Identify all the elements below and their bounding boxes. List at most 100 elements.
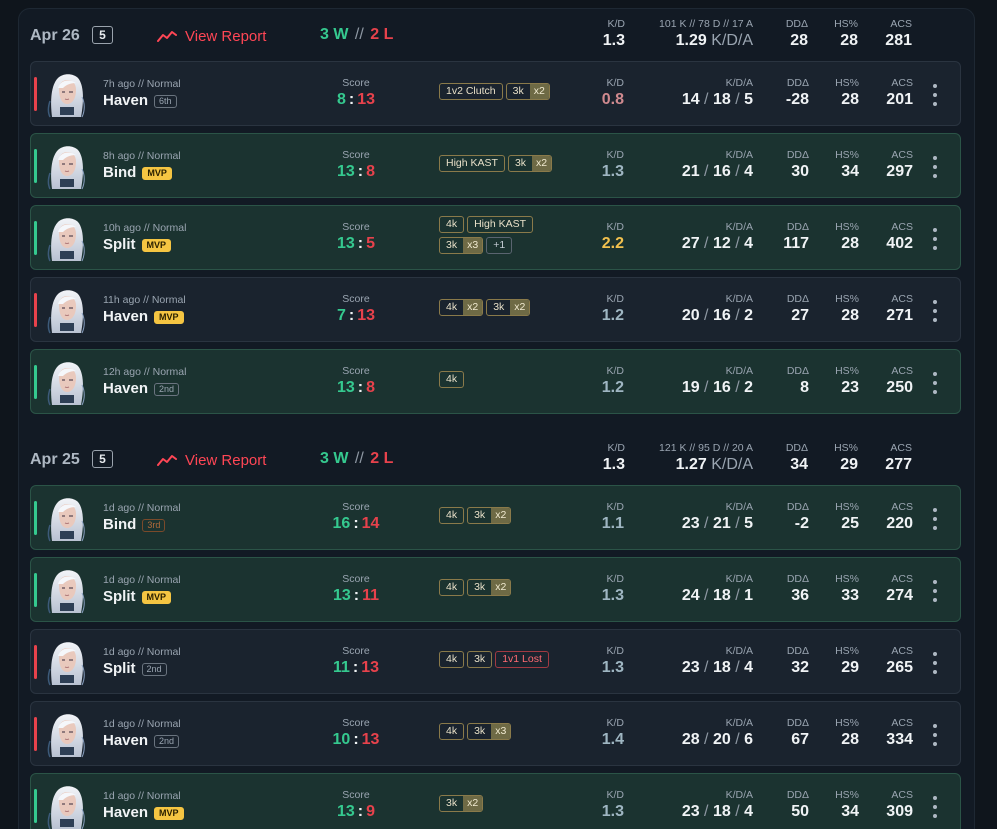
match-meta: 10h ago // Normal Split MVP [103,222,186,254]
badge-row: 3k x2 [439,795,569,812]
more-options-icon[interactable] [932,228,938,250]
match-dd-label: DDΔ [786,573,809,585]
result-indicator-bar [34,293,37,327]
badge-row: 4k 3k x2 [439,507,569,524]
match-acs: ACS 250 [869,365,913,397]
match-dd: DDΔ 50 [765,789,809,821]
kda-divider: / [699,91,713,108]
badge-text: 4k [446,725,458,737]
kda-unit: K/D/A [711,456,753,473]
view-report-link[interactable]: View Report [157,449,266,471]
kebab-dot [933,300,937,304]
more-options-icon[interactable] [932,724,938,746]
match-row[interactable]: 8h ago // Normal Bind MVP Score 13:8 High KAS… [30,133,961,198]
kda-divider: / [699,659,713,676]
kebab-dot [933,165,937,169]
badge-text: 3k [446,239,458,251]
match-kda: K/D/A 27 / 12 / 4 [651,221,753,253]
team-score: 13 [336,379,355,396]
more-options-icon[interactable] [932,300,938,322]
day-dd: DDΔ 28 [764,18,808,50]
match-hs: HS% 34 [815,789,859,821]
match-time-mode: 1d ago // Normal [103,574,181,586]
match-dd: DDΔ 67 [765,717,809,749]
match-meta: 11h ago // Normal Haven MVP [103,294,186,326]
match-hs: HS% 25 [815,501,859,533]
match-acs-value: 220 [886,515,913,532]
map-name: Haven [103,804,149,821]
result-indicator-bar [34,573,37,607]
match-acs: ACS 201 [869,77,913,109]
achievement-badge: High KAST [439,155,505,172]
match-kda-label: K/D/A [725,789,753,801]
badge-text: 4k [446,373,458,385]
more-options-icon[interactable] [932,652,938,674]
match-dd: DDΔ 27 [765,293,809,325]
match-kda-label: K/D/A [725,293,753,305]
achievement-badge: +1 [486,237,513,254]
more-options-icon[interactable] [932,580,938,602]
more-options-icon[interactable] [932,796,938,818]
badge-text: 1v1 Lost [502,653,542,665]
more-options-icon[interactable] [932,508,938,530]
kda-deaths: 18 [712,659,731,676]
score-divider: : [353,515,359,532]
match-acs-label: ACS [891,501,913,513]
achievement-badge: 4k [439,371,465,388]
match-row[interactable]: 1d ago // Normal Bind 3rd Score 16:14 4k 3k x2 K… [30,485,961,550]
more-options-icon[interactable] [932,372,938,394]
placement-badge: 2nd [141,662,167,676]
match-acs-value: 265 [886,659,913,676]
match-kd-label: K/D [606,789,624,801]
placement-badge: 2nd [154,734,180,748]
agent-portrait-icon [47,218,85,262]
win-loss-summary: 3 W // 2 L [320,26,393,44]
achievement-badges: 4k 3k x2 [439,579,569,600]
match-row[interactable]: 12h ago // Normal Haven 2nd Score 13:8 4k K/D 1… [30,349,961,414]
match-row[interactable]: 1d ago // Normal Haven 2nd Score 10:13 4k 3k x3… [30,701,961,766]
more-options-icon[interactable] [932,84,938,106]
map-name: Bind [103,516,137,533]
map-name: Split [103,236,136,253]
match-hs-label: HS% [835,221,859,233]
match-kda: K/D/A 21 / 16 / 4 [651,149,753,181]
match-acs-label: ACS [891,789,913,801]
team-score: 13 [336,235,355,252]
match-kda-value: 24 / 18 / 1 [651,586,753,605]
match-kd: K/D 1.3 [578,789,624,821]
team-score: 8 [336,91,346,108]
match-hs-value: 23 [841,379,859,396]
more-options-icon[interactable] [932,156,938,178]
match-acs-label: ACS [891,221,913,233]
match-row[interactable]: 1d ago // Normal Split 2nd Score 11:13 4k 3k 1v… [30,629,961,694]
match-acs-value: 402 [886,235,913,252]
map-name: Bind [103,164,137,181]
match-time-mode: 11h ago // Normal [103,294,186,306]
match-kda: K/D/A 20 / 16 / 2 [651,293,753,325]
day-kda-value: 1.27 K/D/A [631,455,753,474]
team-score: 13 [332,587,351,604]
badge-multiplier: x2 [532,156,552,171]
kda-deaths: 16 [712,307,731,324]
match-row[interactable]: 11h ago // Normal Haven MVP Score 7:13 4k x2 3k… [30,277,961,342]
map-line: Bind 3rd [103,516,181,534]
match-dd: DDΔ 117 [765,221,809,253]
match-row[interactable]: 1d ago // Normal Split MVP Score 13:11 4k 3k x2… [30,557,961,622]
view-report-link[interactable]: View Report [157,25,266,47]
match-kd-label: K/D [606,365,624,377]
match-kda-value: 28 / 20 / 6 [651,730,753,749]
enemy-score: 14 [361,515,380,532]
match-row[interactable]: 1d ago // Normal Haven MVP Score 13:9 3k x2 K/D… [30,773,961,829]
match-time-mode: 7h ago // Normal [103,78,181,90]
kebab-dot [933,796,937,800]
agent-portrait-icon [47,290,85,334]
match-dd-value: 117 [783,235,809,252]
enemy-score: 5 [366,235,376,252]
match-kd-value: 1.2 [601,307,624,324]
match-row[interactable]: 10h ago // Normal Split MVP Score 13:5 4k High… [30,205,961,270]
kda-divider: / [730,379,745,396]
kda-kills: 28 [681,731,700,748]
enemy-score: 13 [361,659,380,676]
enemy-score: 8 [366,379,376,396]
match-row[interactable]: 7h ago // Normal Haven 6th Score 8:13 1v2 Clu… [30,61,961,126]
